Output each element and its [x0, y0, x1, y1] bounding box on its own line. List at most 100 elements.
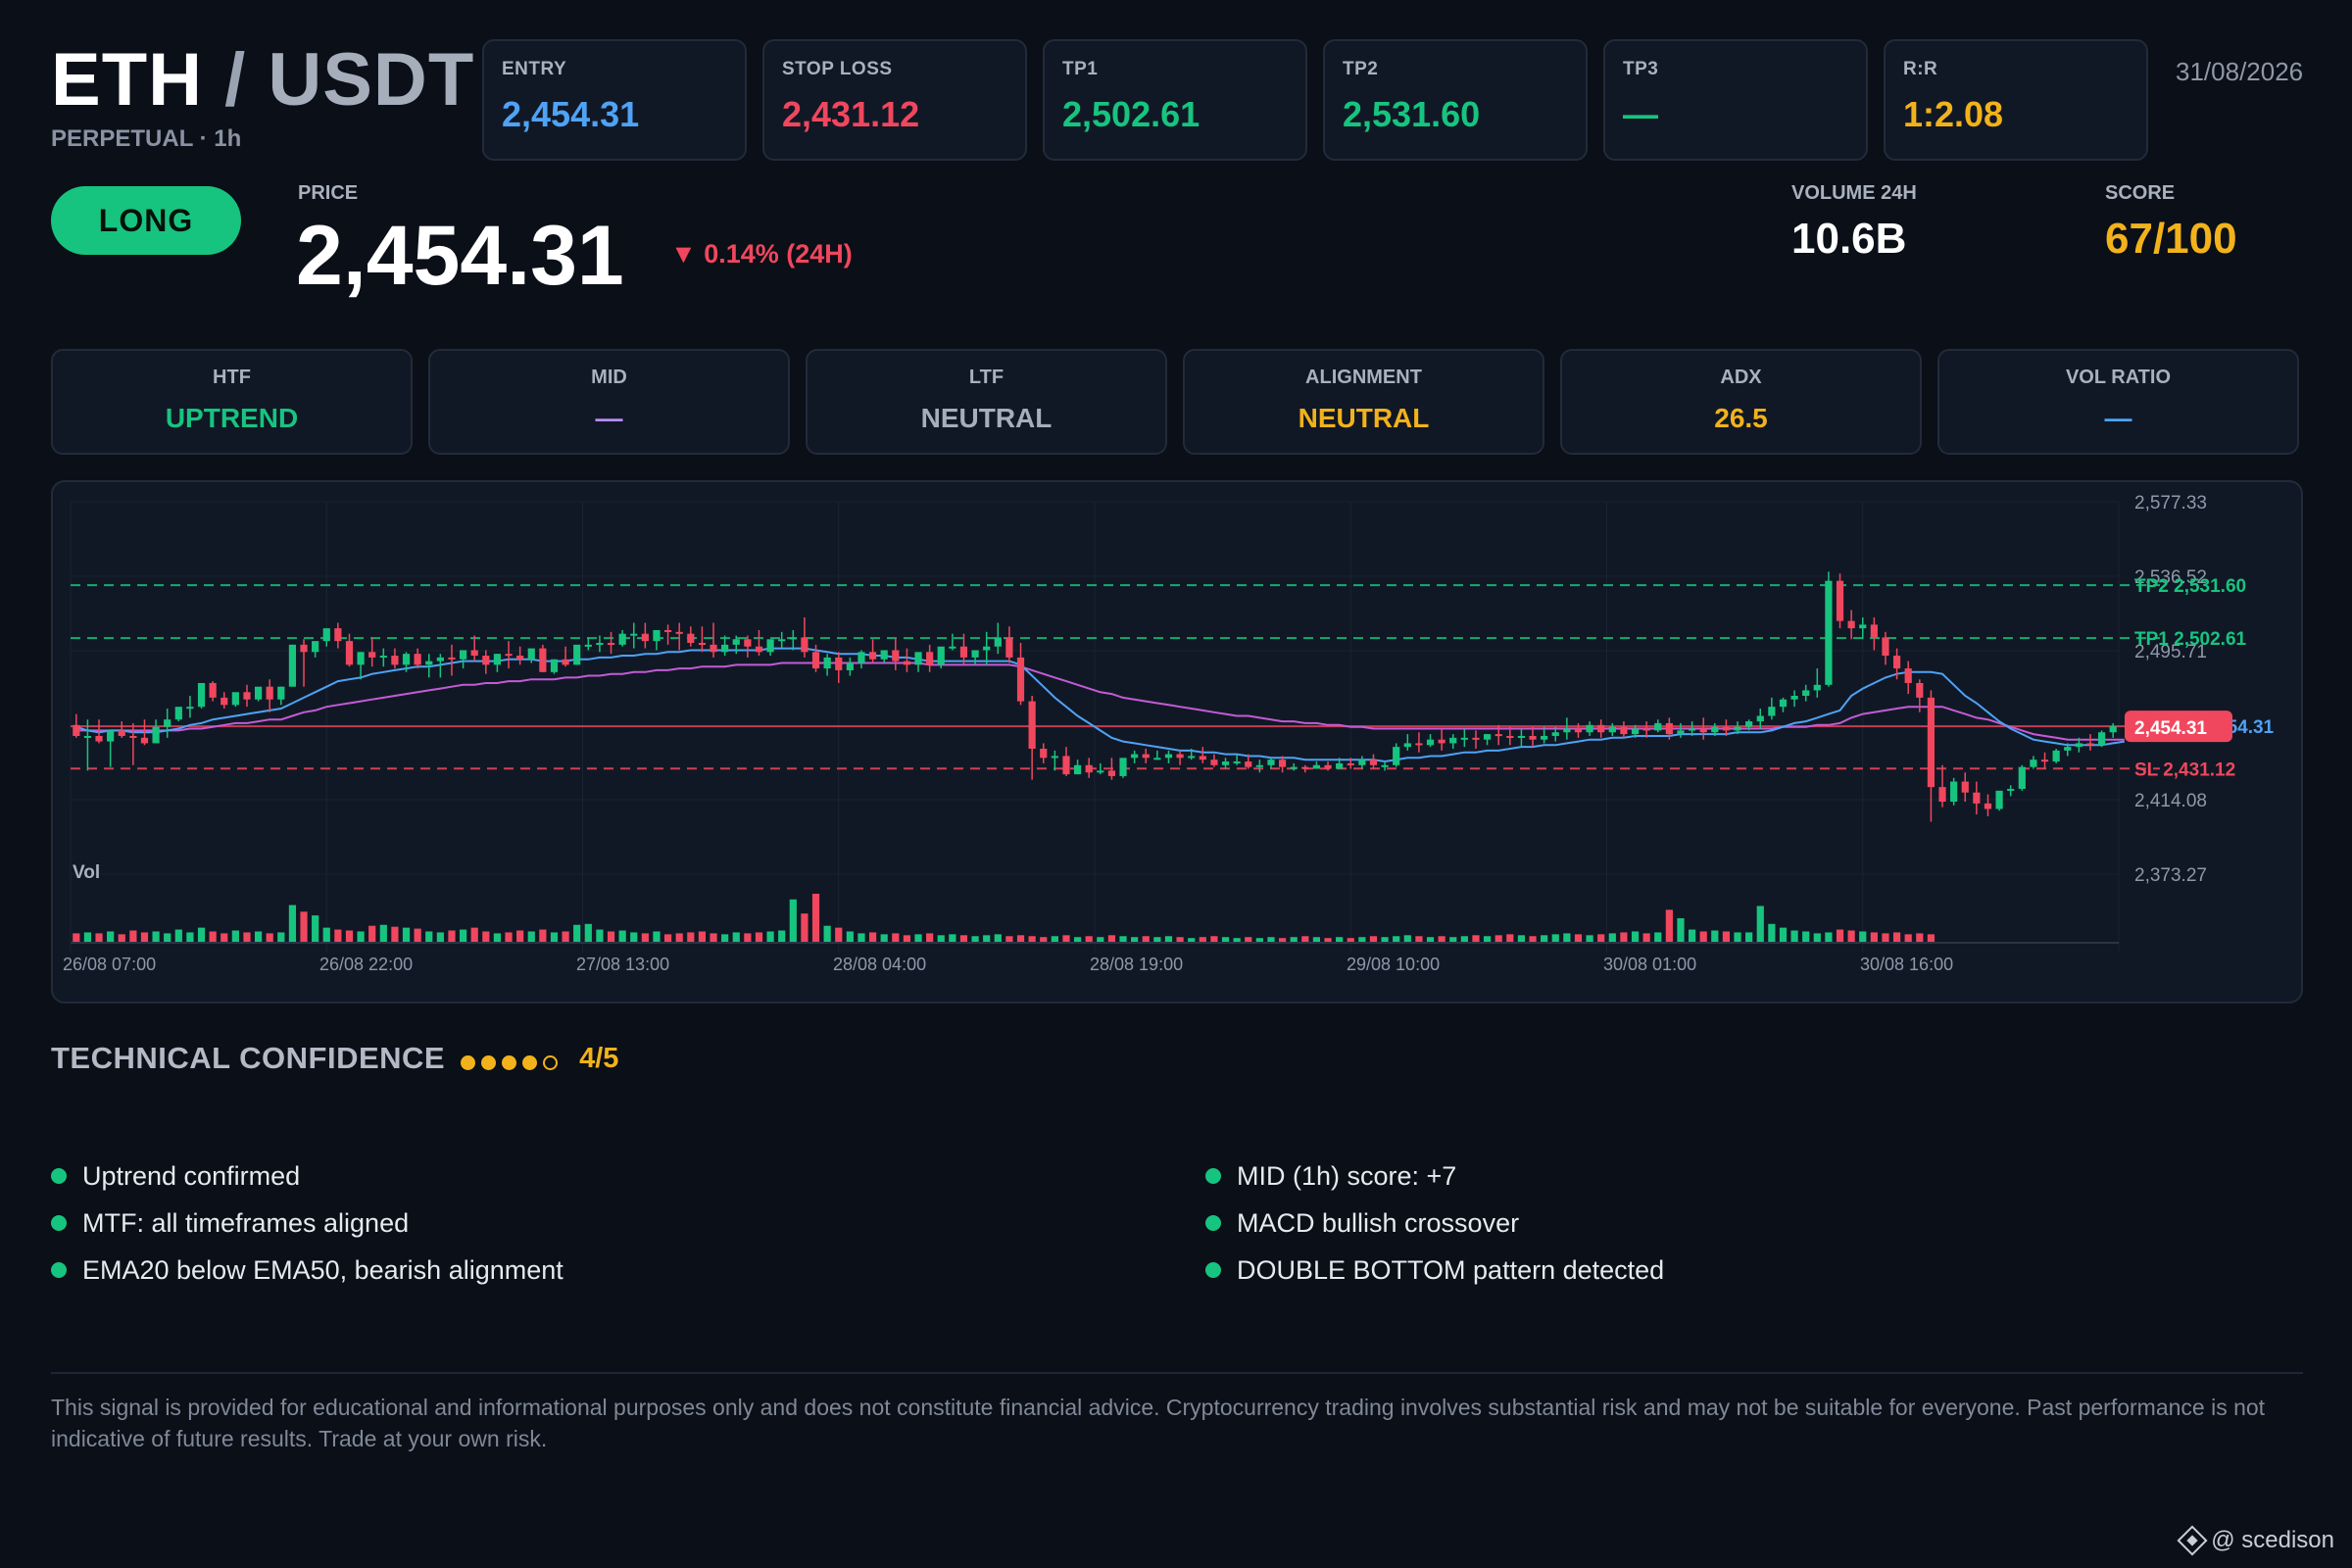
candle-body	[425, 661, 433, 665]
candle-body	[1745, 721, 1753, 727]
volume-bar	[1563, 933, 1571, 943]
bullet-icon	[1205, 1168, 1221, 1184]
score-label: SCORE	[2105, 182, 2176, 204]
candle-body	[1529, 735, 1537, 740]
candle-body	[482, 656, 490, 665]
candle-body	[186, 707, 194, 710]
trade-levels: ENTRY 2,454.31 STOP LOSS 2,431.12 TP1 2,502…	[482, 39, 2148, 161]
metric-htf: HTF UPTREND	[51, 349, 413, 455]
candle-body	[1688, 728, 1696, 731]
metric-label: ALIGNMENT	[1305, 367, 1422, 388]
candlestick-chart[interactable]: 2,577.332,536.522,495.712,414.082,373.27…	[53, 482, 2303, 1004]
candle-body	[1938, 787, 1946, 803]
candle-body	[1802, 690, 1810, 697]
metric-label: HTF	[213, 367, 251, 388]
candle-body	[1449, 737, 1457, 744]
list-item: EMA20 below EMA50, bearish alignment	[51, 1247, 564, 1294]
metric-value: NEUTRAL	[920, 403, 1053, 433]
candle-body	[2109, 726, 2117, 733]
candle-body	[1904, 668, 1912, 683]
candle-body	[1393, 747, 1400, 765]
volume-bar	[482, 931, 490, 943]
candle-body	[653, 629, 661, 642]
candle-body	[675, 631, 683, 634]
candle-body	[1916, 682, 1924, 698]
volume-bar	[1164, 936, 1173, 943]
volume-bar	[926, 933, 934, 943]
candle-body	[402, 654, 411, 665]
volume-bar	[1016, 935, 1025, 943]
volume-bar	[1028, 936, 1036, 943]
confidence-dot-filled	[481, 1054, 497, 1070]
volume-bar	[1119, 936, 1127, 943]
candle-body	[1551, 732, 1559, 736]
volume-bar	[231, 930, 239, 943]
candle-body	[1586, 724, 1593, 733]
candle-body	[1472, 737, 1480, 740]
reasons-list-left: Uptrend confirmed MTF: all timeframes al…	[51, 1152, 564, 1294]
volume-bar	[220, 933, 228, 943]
volume-bar	[789, 899, 797, 943]
volume-bar	[1483, 936, 1492, 943]
volume-bar	[1768, 923, 1776, 943]
candle-body	[1119, 758, 1127, 776]
candle-body	[1859, 624, 1867, 629]
level-line-label: SL 2,431.12	[2134, 760, 2235, 780]
candle-body	[1358, 760, 1366, 765]
candle-body	[1620, 726, 1628, 735]
candle-body	[926, 652, 934, 665]
volume-bar	[118, 934, 125, 943]
contract-subtitle: PERPETUAL · 1h	[51, 125, 242, 152]
candle-body	[1107, 770, 1116, 776]
volume-bar	[1586, 935, 1593, 943]
candle-body	[892, 650, 900, 662]
candle-body	[231, 692, 239, 706]
volume-bar	[1210, 936, 1218, 943]
level-value: —	[1623, 94, 1658, 134]
volume-bar	[778, 930, 786, 943]
candle-body	[459, 650, 467, 660]
author-handle[interactable]: @ scedison	[2211, 1527, 2334, 1554]
candle-body	[983, 646, 991, 651]
author-credit[interactable]: @ scedison	[2177, 1525, 2334, 1556]
candle-body	[300, 644, 308, 653]
score-value: 67/100	[2105, 215, 2237, 263]
candle-body	[391, 656, 399, 665]
candle-body	[903, 661, 911, 665]
level-line-label: TP1 2,502.61	[2134, 629, 2247, 650]
candle-body	[357, 652, 365, 665]
volume-bar	[300, 911, 308, 943]
level-entry: ENTRY 2,454.31	[482, 39, 747, 161]
confidence-title: TECHNICAL CONFIDENCE	[51, 1041, 446, 1075]
candle-body	[971, 650, 979, 658]
candle-body	[994, 637, 1002, 647]
candle-body	[209, 682, 217, 698]
candle-body	[880, 650, 888, 660]
volume-bar	[846, 931, 854, 943]
candle-body	[1756, 715, 1764, 722]
volume-bar	[766, 931, 774, 943]
volume-bar	[630, 932, 638, 943]
volume-bar	[1541, 935, 1548, 943]
pair-quote: USDT	[268, 38, 475, 122]
candle-body	[1040, 749, 1048, 759]
volume-bar	[835, 927, 843, 943]
price-chart-panel[interactable]: 2,577.33 2,536.52 2,495.71 2,414.08 2,373.27…	[51, 480, 2303, 1004]
candle-body	[710, 644, 717, 653]
metric-label: ADX	[1720, 367, 1762, 388]
volume-bar	[1665, 909, 1673, 943]
list-item: Uptrend confirmed	[51, 1152, 564, 1200]
volume-bar	[129, 930, 137, 943]
metric-value: —	[2104, 403, 2132, 433]
volume-bar	[174, 929, 182, 943]
volume-bar	[539, 929, 547, 943]
candle-body	[744, 639, 752, 647]
candle-body	[630, 633, 638, 636]
volume-bar	[140, 932, 149, 943]
candle-body	[1961, 781, 1969, 793]
candle-body	[1267, 760, 1275, 765]
candle-body	[1927, 697, 1936, 788]
volume-bar	[209, 931, 217, 943]
candle-body	[801, 637, 808, 653]
candle-body	[846, 662, 854, 670]
